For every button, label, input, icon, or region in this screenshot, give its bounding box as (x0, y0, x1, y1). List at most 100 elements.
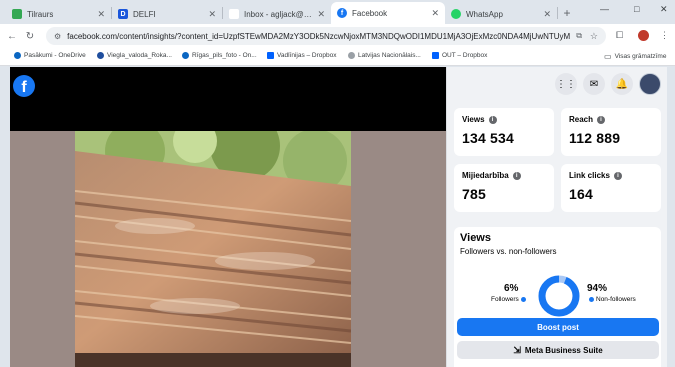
facebook-logo-letter: f (21, 79, 27, 96)
rock-cliff-image (75, 131, 351, 367)
non-followers-legend: Non-followers (587, 296, 636, 303)
close-icon[interactable]: ✕ (313, 9, 325, 20)
stat-value: 785 (462, 186, 486, 202)
insights-panel: ⋮⋮ ✉ 🔔 Views i 134 534 Reach i 112 889 Mij… (446, 67, 667, 367)
avatar[interactable] (639, 73, 661, 95)
site-globe-icon (97, 52, 104, 59)
section-subtitle: Followers vs. non-followers (460, 247, 557, 256)
install-app-icon[interactable]: ⧉ (576, 31, 582, 41)
address-bar[interactable]: ⚙ facebook.com/content/insights/?content… (46, 27, 606, 45)
facebook-page: f ⋮⋮ ✉ 🔔 Views i 134 534 Reach i 112 889… (10, 67, 667, 367)
stat-value: 112 889 (569, 130, 621, 146)
bookmark-label: Visas grāmatzīme (614, 53, 667, 60)
bookmark-label: Vadlīnijas – Dropbox (277, 52, 337, 59)
stat-label: Reach i (569, 115, 653, 124)
bookmark-item[interactable]: Vadlīnijas – Dropbox (267, 52, 337, 59)
section-title: Views (460, 232, 491, 244)
legend-label: Non-followers (596, 296, 636, 303)
legend-dot (589, 297, 594, 302)
viewer-top-bar (10, 67, 446, 131)
info-icon[interactable]: i (597, 115, 606, 124)
boost-post-button[interactable]: Boost post (457, 318, 659, 336)
new-tab-button[interactable]: + (558, 6, 576, 20)
close-window-button[interactable]: ✕ (660, 4, 668, 15)
facebook-logo-icon[interactable]: f (13, 75, 35, 97)
facebook-f-icon: f (337, 8, 347, 18)
browser-window: Tilraurs ✕ D DELFI ✕ M Inbox - agljack@g… (0, 0, 675, 367)
info-icon[interactable]: i (613, 171, 622, 180)
stat-label-text: Link clicks (569, 171, 610, 180)
tab-title: Facebook (352, 8, 388, 18)
onedrive-cloud-icon (182, 52, 189, 59)
stat-label-text: Views (462, 115, 485, 124)
tab-strip: Tilraurs ✕ D DELFI ✕ M Inbox - agljack@g… (6, 2, 669, 24)
donut-non-followers-arc (538, 275, 580, 317)
followers-donut-chart (538, 275, 580, 317)
followers-legend: Followers (491, 296, 528, 303)
tab-whatsapp[interactable]: WhatsApp ✕ (445, 4, 557, 24)
messenger-icon[interactable]: ✉ (583, 73, 605, 95)
minimize-button[interactable]: — (600, 4, 609, 14)
close-icon[interactable]: ✕ (539, 9, 551, 20)
url-text: facebook.com/content/insights/?content_i… (67, 31, 571, 41)
tab-tilraurs[interactable]: Tilraurs ✕ (6, 4, 111, 24)
profile-avatar-icon[interactable] (638, 30, 649, 41)
notifications-bell-icon[interactable]: 🔔 (611, 73, 633, 95)
extensions-icon[interactable]: ⧠ (616, 30, 623, 41)
bookmarks-bar: Pasākumi - OneDrive Viegla_valoda_Roka..… (0, 48, 675, 66)
stat-label: Views i (462, 115, 546, 124)
post-photo[interactable] (75, 131, 351, 367)
site-info-icon[interactable]: ⚙ (54, 32, 61, 41)
tab-gmail[interactable]: M Inbox - agljack@gmail.c ✕ (223, 4, 331, 24)
button-label: Meta Business Suite (524, 345, 603, 355)
bookmark-label: Rīgas_pils_foto - On... (192, 52, 257, 59)
stat-value: 134 534 (462, 130, 515, 146)
meta-business-suite-button[interactable]: ⇲ Meta Business Suite (457, 341, 659, 359)
menu-dots-icon[interactable]: ⋮ (660, 30, 669, 41)
stat-card-interactions: Mijiedarbība i 785 (454, 164, 554, 212)
bookmarks-folder[interactable]: ▭ Visas grāmatzīme (604, 52, 666, 61)
info-icon[interactable]: i (512, 171, 521, 180)
info-icon[interactable]: i (488, 115, 497, 124)
tab-title: DELFI (133, 9, 156, 19)
bookmark-item[interactable]: Latvijas Nacionālais... (348, 52, 421, 59)
non-followers-percent: 94% (587, 283, 608, 294)
views-breakdown-card: Views Followers vs. non-followers 6% Fol… (454, 227, 661, 367)
bookmark-star-icon[interactable]: ☆ (590, 31, 598, 42)
browser-toolbar: ← ↻ ⚙ facebook.com/content/insights/?con… (0, 24, 675, 48)
stat-label-text: Mijiedarbība (462, 171, 509, 180)
bookmark-label: Latvijas Nacionālais... (358, 52, 421, 59)
header-actions: ⋮⋮ ✉ 🔔 (555, 73, 661, 95)
external-link-icon: ⇲ (513, 344, 521, 355)
bookmark-item[interactable]: Pasākumi - OneDrive (14, 52, 86, 59)
stat-value: 164 (569, 186, 593, 202)
bookmark-item[interactable]: Viegla_valoda_Roka... (97, 52, 172, 59)
tab-delfi[interactable]: D DELFI ✕ (112, 4, 222, 24)
menu-grid-icon[interactable]: ⋮⋮ (555, 73, 577, 95)
green-square-icon (12, 9, 22, 19)
bookmark-item[interactable]: Rīgas_pils_foto - On... (182, 52, 257, 59)
dropbox-icon (267, 52, 274, 59)
maximize-button[interactable]: □ (634, 4, 639, 14)
stat-label: Mijiedarbība i (462, 171, 546, 180)
tab-title: WhatsApp (466, 9, 503, 19)
close-icon[interactable]: ✕ (93, 9, 105, 20)
site-globe-icon (348, 52, 355, 59)
tab-title: Tilraurs (27, 9, 54, 19)
tab-facebook[interactable]: f Facebook ✕ (331, 2, 445, 24)
dropbox-icon (432, 52, 439, 59)
legend-dot (520, 297, 526, 302)
followers-percent: 6% (504, 283, 519, 294)
close-icon[interactable]: ✕ (427, 8, 439, 19)
bookmark-label: OUT – Dropbox (442, 52, 488, 59)
onedrive-cloud-icon (14, 52, 21, 59)
tab-title: Inbox - agljack@gmail.c (244, 9, 313, 19)
delfi-d-icon: D (118, 9, 128, 19)
reload-icon[interactable]: ↻ (21, 31, 39, 42)
close-icon[interactable]: ✕ (204, 9, 216, 20)
bookmark-item[interactable]: OUT – Dropbox (432, 52, 487, 59)
bookmark-label: Pasākumi - OneDrive (24, 52, 86, 59)
folder-icon: ▭ (604, 52, 612, 61)
stat-card-reach: Reach i 112 889 (561, 108, 661, 156)
back-arrow-icon[interactable]: ← (3, 31, 21, 42)
